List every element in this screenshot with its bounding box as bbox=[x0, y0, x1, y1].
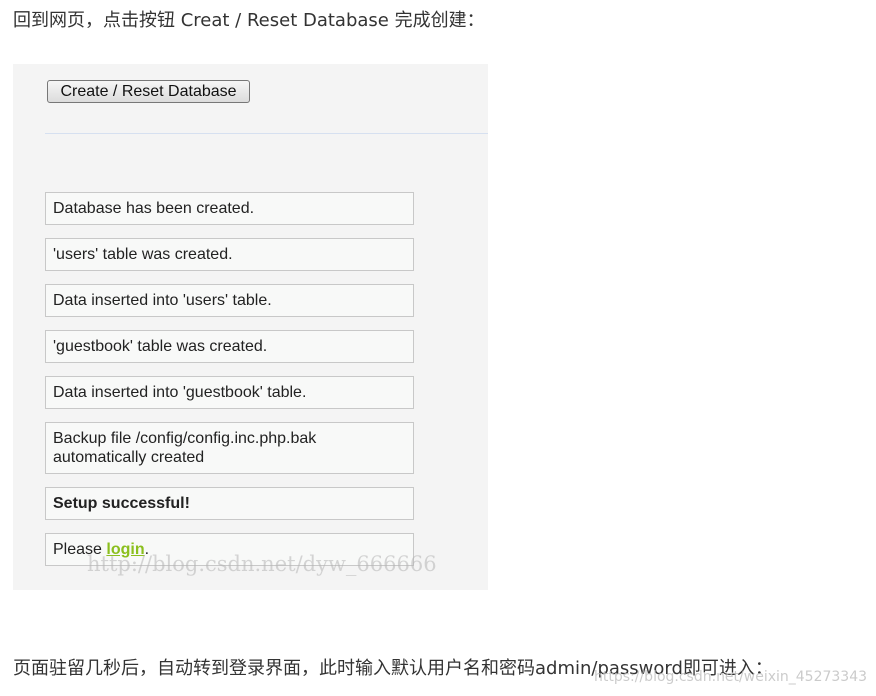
message-box: Data inserted into 'guestbook' table. bbox=[45, 376, 414, 409]
divider bbox=[45, 133, 488, 134]
login-prefix: Please bbox=[53, 541, 107, 558]
message-box: Data inserted into 'users' table. bbox=[45, 284, 414, 317]
outro-paragraph: 页面驻留几秒后，自动转到登录界面，此时输入默认用户名和密码admin/passw… bbox=[13, 658, 773, 679]
success-box: Setup successful! bbox=[45, 487, 414, 520]
message-box: 'users' table was created. bbox=[45, 238, 414, 271]
message-box: 'guestbook' table was created. bbox=[45, 330, 414, 363]
login-link[interactable]: login bbox=[106, 541, 144, 558]
embedded-screenshot: Create / Reset Database Database has bee… bbox=[13, 64, 488, 590]
login-box: Please login. bbox=[45, 533, 414, 566]
login-suffix: . bbox=[144, 541, 150, 558]
message-box: Backup file /config/config.inc.php.bak a… bbox=[45, 422, 414, 474]
intro-paragraph: 回到网页，点击按钮 Creat / Reset Database 完成创建： bbox=[13, 10, 485, 31]
success-text: Setup successful! bbox=[53, 495, 190, 512]
message-box: Database has been created. bbox=[45, 192, 414, 225]
create-reset-database-button[interactable]: Create / Reset Database bbox=[47, 80, 250, 103]
